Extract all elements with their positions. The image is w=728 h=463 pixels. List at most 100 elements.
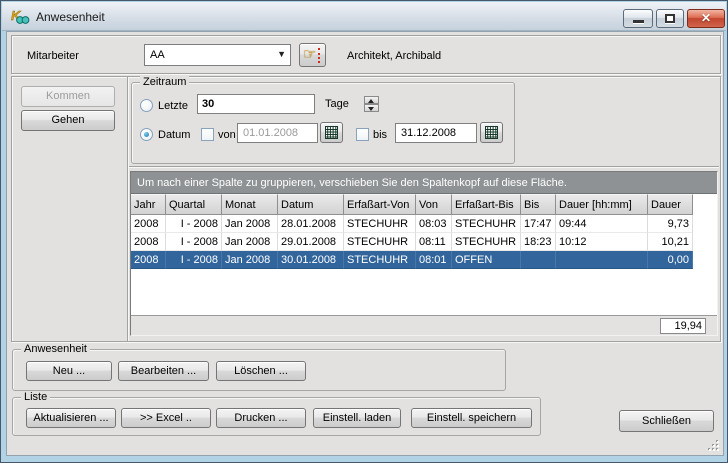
cell-monat: Jan 2008 <box>222 215 278 233</box>
attendance-table: Jahr Quartal Monat Datum Erfaßart-Von Vo… <box>131 194 693 269</box>
employee-panel: Mitarbeiter AA ▼ ☞ Architekt, Archibald <box>11 35 721 74</box>
anwesenheit-group-title: Anwesenheit <box>21 343 90 355</box>
von-checkbox[interactable] <box>201 128 214 141</box>
datum-label: Datum <box>158 129 191 141</box>
loeschen-button[interactable]: Löschen ... <box>216 361 306 381</box>
column-header-bis[interactable]: Bis <box>521 194 556 215</box>
minimize-button[interactable] <box>623 9 653 28</box>
neu-button[interactable]: Neu ... <box>26 361 112 381</box>
arrow-up-icon <box>368 99 374 103</box>
cell-bis: 17:47 <box>521 215 556 233</box>
column-header-dauer-hhmm[interactable]: Dauer [hh:mm] <box>556 194 648 215</box>
total-duration-value: 19,94 <box>660 318 706 334</box>
cell-dauer: 0,00 <box>648 251 693 269</box>
einstellungen-laden-button[interactable]: Einstell. laden <box>313 408 401 428</box>
kommen-button[interactable]: Kommen <box>21 86 115 107</box>
letzte-days-field[interactable]: 30 <box>197 94 379 114</box>
calendar-icon <box>325 126 338 139</box>
schliessen-button[interactable]: Schließen <box>619 410 714 432</box>
bearbeiten-button[interactable]: Bearbeiten ... <box>118 361 209 381</box>
header-row: Jahr Quartal Monat Datum Erfaßart-Von Vo… <box>131 194 693 215</box>
letzte-radio[interactable] <box>140 99 153 112</box>
excel-button[interactable]: >> Excel .. <box>121 408 211 428</box>
pointing-hand-icon: ☞ <box>303 46 317 63</box>
von-label: von <box>218 129 236 141</box>
group-by-drop-area[interactable]: Um nach einer Spalte zu gruppieren, vers… <box>131 172 717 194</box>
cell-dauer: 9,73 <box>648 215 693 233</box>
anwesenheit-group: Anwesenheit Neu ... Bearbeiten ... Lösch… <box>12 343 506 391</box>
aktualisieren-button[interactable]: Aktualisieren ... <box>26 408 116 428</box>
cell-erfassart-bis: STECHUHR <box>452 233 521 251</box>
cell-erfassart-von: STECHUHR <box>344 233 416 251</box>
letzte-label: Letzte <box>158 100 188 112</box>
cell-erfassart-bis: OFFEN <box>452 251 521 269</box>
zeitraum-group-title: Zeitraum <box>140 76 190 88</box>
bis-calendar-button[interactable] <box>480 122 503 143</box>
client-area: Mitarbeiter AA ▼ ☞ Architekt, Archibald … <box>6 31 724 456</box>
cell-quartal: I - 2008 <box>166 215 222 233</box>
column-header-erfassart-von[interactable]: Erfaßart-Von <box>344 194 416 215</box>
column-header-jahr[interactable]: Jahr <box>131 194 166 215</box>
employee-display-name: Architekt, Archibald <box>347 50 442 62</box>
calendar-icon <box>485 126 498 139</box>
datum-radio[interactable] <box>140 128 153 141</box>
horizontal-separator <box>129 166 719 168</box>
close-icon: ✕ <box>700 11 712 25</box>
employee-browse-button[interactable]: ☞ <box>299 43 326 67</box>
column-header-dauer[interactable]: Dauer <box>648 194 693 215</box>
cell-quartal: I - 2008 <box>166 233 222 251</box>
tage-label: Tage <box>325 98 349 110</box>
letzte-days-value: 30 <box>202 98 215 110</box>
cell-von: 08:01 <box>416 251 452 269</box>
von-date-field[interactable]: 01.01.2008 <box>237 123 318 143</box>
vertical-separator <box>127 77 129 341</box>
maximize-icon <box>665 14 675 23</box>
cell-monat: Jan 2008 <box>222 251 278 269</box>
bis-date-field[interactable]: 31.12.2008 <box>395 123 477 143</box>
app-icon: K <box>11 8 30 24</box>
cell-dauer: 10,21 <box>648 233 693 251</box>
cell-quartal: I - 2008 <box>166 251 222 269</box>
cell-jahr: 2008 <box>131 251 166 269</box>
cell-datum: 30.01.2008 <box>278 251 344 269</box>
column-header-datum[interactable]: Datum <box>278 194 344 215</box>
minimize-icon <box>633 20 644 23</box>
employee-combobox-value: AA <box>150 49 165 61</box>
days-spinner <box>364 96 379 112</box>
table-row[interactable]: 2008 I - 2008 Jan 2008 28.01.2008 STECHU… <box>131 215 693 233</box>
column-header-quartal[interactable]: Quartal <box>166 194 222 215</box>
cell-von: 08:11 <box>416 233 452 251</box>
liste-group-title: Liste <box>21 391 51 403</box>
spinner-up-button[interactable] <box>364 96 379 104</box>
table-row[interactable]: 2008 I - 2008 Jan 2008 29.01.2008 STECHU… <box>131 233 693 251</box>
chevron-down-icon: ▼ <box>277 49 286 59</box>
gehen-button[interactable]: Gehen <box>21 110 115 131</box>
einstellungen-speichern-button[interactable]: Einstell. speichern <box>411 408 532 428</box>
employee-combobox[interactable]: AA ▼ <box>144 44 291 66</box>
bis-checkbox[interactable] <box>356 128 369 141</box>
window-title: Anwesenheit <box>36 10 105 24</box>
cell-dauer-hhmm <box>556 251 648 269</box>
zeitraum-group: Zeitraum Letzte 30 Tage Datum von 01.01.… <box>131 76 515 164</box>
close-button[interactable]: ✕ <box>687 9 725 28</box>
cell-jahr: 2008 <box>131 215 166 233</box>
arrow-down-icon <box>368 107 374 111</box>
cell-dauer-hhmm: 10:12 <box>556 233 648 251</box>
employee-label: Mitarbeiter <box>27 50 79 62</box>
table-row-selected[interactable]: 2008 I - 2008 Jan 2008 30.01.2008 STECHU… <box>131 251 693 269</box>
von-calendar-button[interactable] <box>320 122 343 143</box>
column-header-erfassart-bis[interactable]: Erfaßart-Bis <box>452 194 521 215</box>
cell-datum: 29.01.2008 <box>278 233 344 251</box>
bis-label: bis <box>373 129 388 141</box>
cell-jahr: 2008 <box>131 233 166 251</box>
dotted-line-icon <box>318 48 320 63</box>
title-bar: K Anwesenheit ✕ <box>2 2 726 31</box>
drucken-button[interactable]: Drucken ... <box>216 408 306 428</box>
resize-grip[interactable] <box>706 438 720 452</box>
spinner-down-button[interactable] <box>364 104 379 112</box>
column-header-von[interactable]: Von <box>416 194 452 215</box>
maximize-button[interactable] <box>656 9 684 28</box>
cell-monat: Jan 2008 <box>222 233 278 251</box>
column-header-monat[interactable]: Monat <box>222 194 278 215</box>
cell-dauer-hhmm: 09:44 <box>556 215 648 233</box>
